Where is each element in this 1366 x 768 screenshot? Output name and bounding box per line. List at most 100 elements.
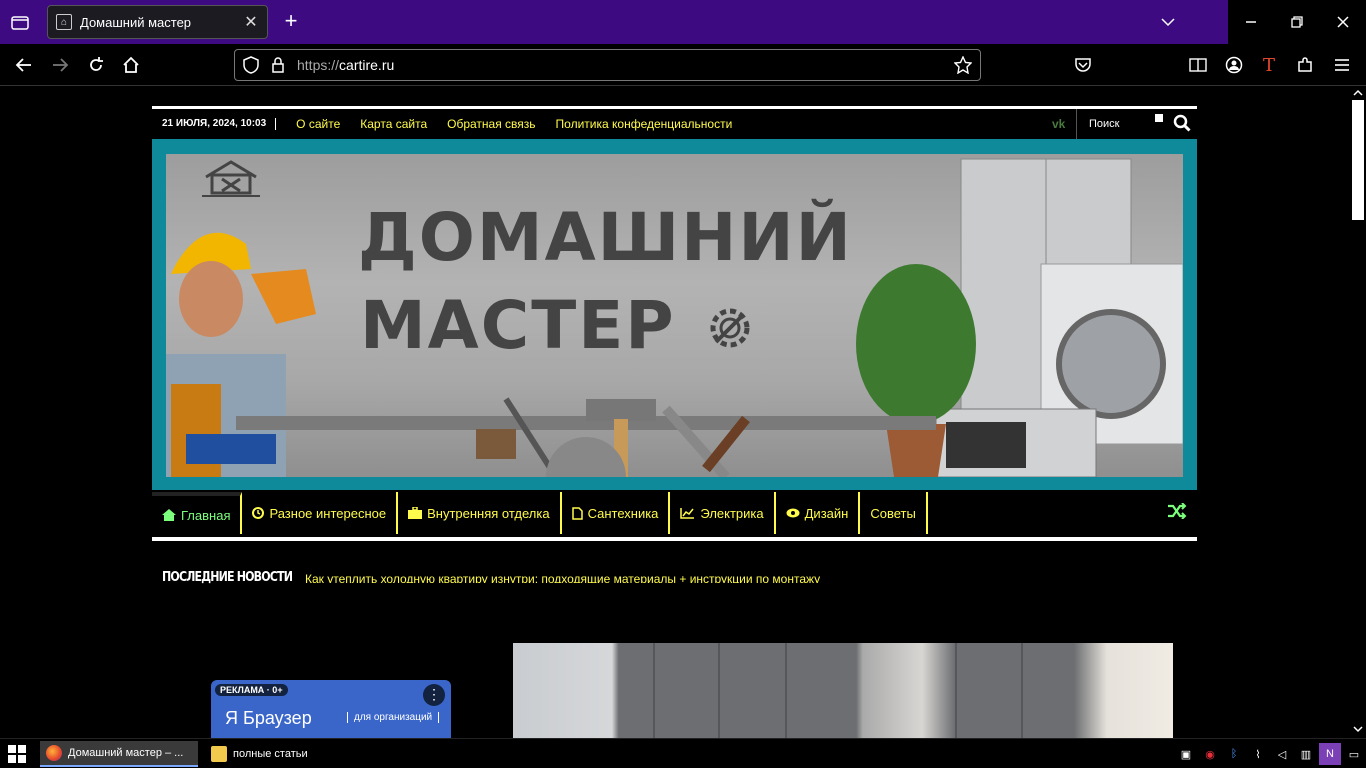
taskbar-app-firefox[interactable]: Домашний мастер – ...	[40, 741, 198, 767]
url-scheme: https://	[297, 57, 340, 73]
bluetooth-icon[interactable]: ᛒ	[1223, 743, 1245, 765]
random-post-icon	[1168, 502, 1187, 520]
nav-item-interior[interactable]: Внутренняя отделка	[398, 492, 562, 534]
latest-news-headline[interactable]: Как утеплить холодную квартиру изнутри: …	[305, 572, 820, 583]
scrollbar-thumb[interactable]	[1352, 100, 1364, 220]
lock-icon[interactable]	[271, 57, 285, 73]
puzzle-icon	[1298, 57, 1312, 72]
extensions-button[interactable]	[1294, 54, 1316, 76]
tray-opera-icon[interactable]: ◉	[1199, 743, 1221, 765]
header-banner[interactable]: ДОМАШНИЙ МАСТЕР	[152, 139, 1197, 490]
restore-icon	[1291, 16, 1303, 28]
reload-button[interactable]	[85, 54, 107, 76]
ad-menu-icon[interactable]: ⋮	[423, 684, 445, 706]
page-content: 21 ИЮЛЯ, 2024, 10:03 О сайте Карта сайта…	[0, 86, 1350, 738]
clock-icon	[252, 507, 265, 519]
pocket-button[interactable]	[1072, 54, 1094, 76]
firefox-icon	[46, 745, 62, 761]
square-icon	[1155, 114, 1163, 122]
tools-illustration	[476, 397, 750, 477]
windows-start-icon[interactable]	[8, 745, 26, 763]
close-tab-icon[interactable]: ✕	[243, 12, 259, 32]
address-bar[interactable]: https://cartire.ru	[234, 49, 981, 81]
nav-item-label: Советы	[870, 505, 916, 521]
ad-brand: Я Браузер	[225, 708, 312, 728]
article-image-kitchen[interactable]	[513, 643, 1173, 738]
notifications-icon[interactable]: ▭	[1343, 743, 1365, 765]
link-feedback[interactable]: Обратная связь	[447, 117, 535, 131]
tab-list-button[interactable]	[8, 12, 32, 32]
link-sitemap[interactable]: Карта сайта	[360, 117, 427, 131]
shuffle-icon[interactable]	[1167, 502, 1187, 524]
extension-t-button[interactable]: T	[1258, 54, 1280, 76]
account-button[interactable]	[1223, 54, 1245, 76]
banner-image[interactable]: ДОМАШНИЙ МАСТЕР	[166, 154, 1183, 477]
yandex-browser-ad[interactable]: РЕКЛАМА · 0+ ⋮ Я Браузер для организаций	[211, 680, 451, 738]
new-tab-button[interactable]: +	[280, 10, 302, 32]
folder-tabs-icon	[11, 16, 29, 30]
cabinet-divider	[955, 643, 957, 738]
home-button[interactable]	[120, 54, 142, 76]
pocket-icon	[1075, 58, 1091, 72]
chart-icon	[680, 508, 695, 519]
restore-button[interactable]	[1274, 0, 1320, 44]
top-bar: 21 ИЮЛЯ, 2024, 10:03 О сайте Карта сайта…	[152, 109, 1197, 139]
tray-n-icon[interactable]: N	[1319, 743, 1341, 765]
scroll-up-icon[interactable]	[1353, 89, 1363, 96]
taskbar-app-label: полные статьи	[233, 748, 308, 760]
menu-button[interactable]	[1331, 54, 1353, 76]
browser-tab[interactable]: ⌂ Домашний мастер ✕	[47, 5, 268, 39]
network-icon[interactable]: ⌇	[1247, 743, 1269, 765]
close-window-button[interactable]	[1320, 0, 1366, 44]
eye-icon	[786, 508, 800, 518]
hamburger-icon	[1335, 59, 1349, 71]
nav-item-label: Внутренняя отделка	[427, 505, 550, 521]
sidebar-icon	[1189, 58, 1207, 72]
nav-item-design[interactable]: Дизайн	[776, 492, 861, 534]
shield-icon[interactable]	[243, 56, 259, 74]
link-privacy[interactable]: Политика конфеденциальности	[556, 117, 733, 131]
volume-icon[interactable]: ◁	[1271, 743, 1293, 765]
arrow-right-icon	[53, 58, 69, 72]
nav-item-plumbing[interactable]: Сантехника	[562, 492, 671, 534]
scroll-down-icon[interactable]	[1353, 726, 1363, 733]
tray-app-icon[interactable]: ▣	[1175, 743, 1197, 765]
taskbar-app-folder[interactable]: полные статьи	[205, 741, 355, 767]
search-icon[interactable]	[1173, 114, 1191, 132]
tab-title: Домашний мастер	[80, 14, 192, 30]
nav-item-home[interactable]: Главная	[152, 492, 243, 534]
list-all-tabs-button[interactable]	[1158, 12, 1178, 32]
home-icon	[162, 509, 176, 521]
cabinet-divider	[785, 643, 787, 738]
search-box[interactable]: Поиск	[1076, 109, 1197, 139]
vk-icon[interactable]: vk	[1052, 117, 1065, 131]
nav-item-misc[interactable]: Разное интересное	[242, 492, 399, 534]
minimize-button[interactable]	[1228, 0, 1274, 44]
latest-news-ticker: ПОСЛЕДНИЕ НОВОСТИ Как утеплить холодную …	[162, 570, 1197, 590]
window-controls	[1228, 0, 1366, 44]
forward-button[interactable]	[49, 54, 71, 76]
reader-view-button[interactable]	[1187, 54, 1209, 76]
t-extension-icon: T	[1262, 54, 1275, 76]
banner-title-line2: МАСТЕР	[360, 287, 676, 364]
banner-title-line1: ДОМАШНИЙ	[358, 199, 853, 276]
main-navigation: Главная Разное интересное Внутренняя отд…	[152, 489, 1197, 537]
cabinet-divider	[653, 643, 655, 738]
tray-extra-icon[interactable]: ▥	[1295, 743, 1317, 765]
nav-item-tips[interactable]: Советы	[860, 492, 928, 534]
ad-tag: РЕКЛАМА · 0+	[215, 684, 288, 696]
latest-news-label: ПОСЛЕДНИЕ НОВОСТИ	[162, 570, 293, 585]
link-about[interactable]: О сайте	[296, 117, 340, 131]
search-placeholder: Поиск	[1089, 118, 1120, 130]
nav-toolbar: https://cartire.ru T	[0, 44, 1366, 86]
os-taskbar: Домашний мастер – ... полные статьи ▣ ◉ …	[0, 738, 1366, 768]
page-scrollbar[interactable]	[1350, 86, 1366, 738]
back-button[interactable]	[13, 54, 35, 76]
star-icon[interactable]	[954, 56, 972, 74]
nav-item-electrics[interactable]: Электрика	[670, 492, 776, 534]
url-host: cartire.ru	[339, 57, 395, 73]
document-icon	[571, 506, 583, 520]
cabinet-divider	[1021, 643, 1023, 738]
current-date: 21 ИЮЛЯ, 2024, 10:03	[162, 118, 277, 130]
taskbar-app-label: Домашний мастер – ...	[68, 747, 184, 759]
